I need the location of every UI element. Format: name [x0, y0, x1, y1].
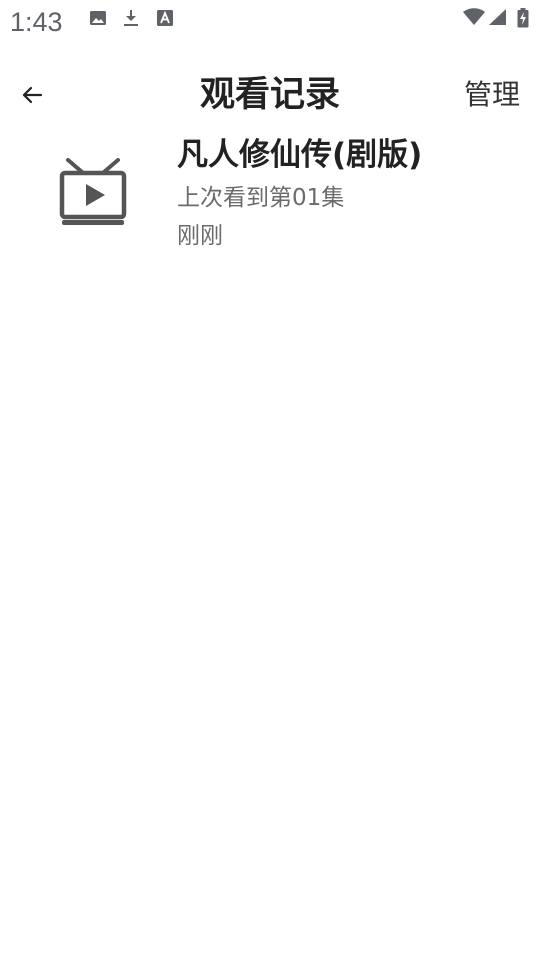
- history-list: 凡人修仙传(剧版) 上次看到第01集 刚刚: [0, 130, 540, 255]
- tv-play-icon: [56, 156, 130, 228]
- manage-button[interactable]: 管理: [464, 76, 520, 114]
- item-progress: 上次看到第01集: [177, 185, 345, 211]
- text-a-icon: [156, 9, 174, 27]
- image-icon: [89, 9, 107, 27]
- item-title: 凡人修仙传(剧版): [177, 137, 423, 173]
- cell-signal-icon: [488, 8, 508, 26]
- page-title: 观看记录: [199, 75, 340, 115]
- status-time: 1:43: [10, 7, 63, 37]
- battery-charging-icon: [517, 8, 529, 28]
- screen: 1:43 观看记录 管理 凡人修仙传(剧版) 上次看到第01集 刚刚: [0, 0, 540, 960]
- wifi-icon: [462, 8, 486, 26]
- download-icon: [122, 9, 140, 27]
- toolbar: 观看记录 管理: [0, 60, 540, 130]
- list-item[interactable]: 凡人修仙传(剧版) 上次看到第01集 刚刚: [0, 130, 540, 255]
- status-bar: 1:43: [0, 0, 540, 44]
- item-time: 刚刚: [177, 223, 223, 249]
